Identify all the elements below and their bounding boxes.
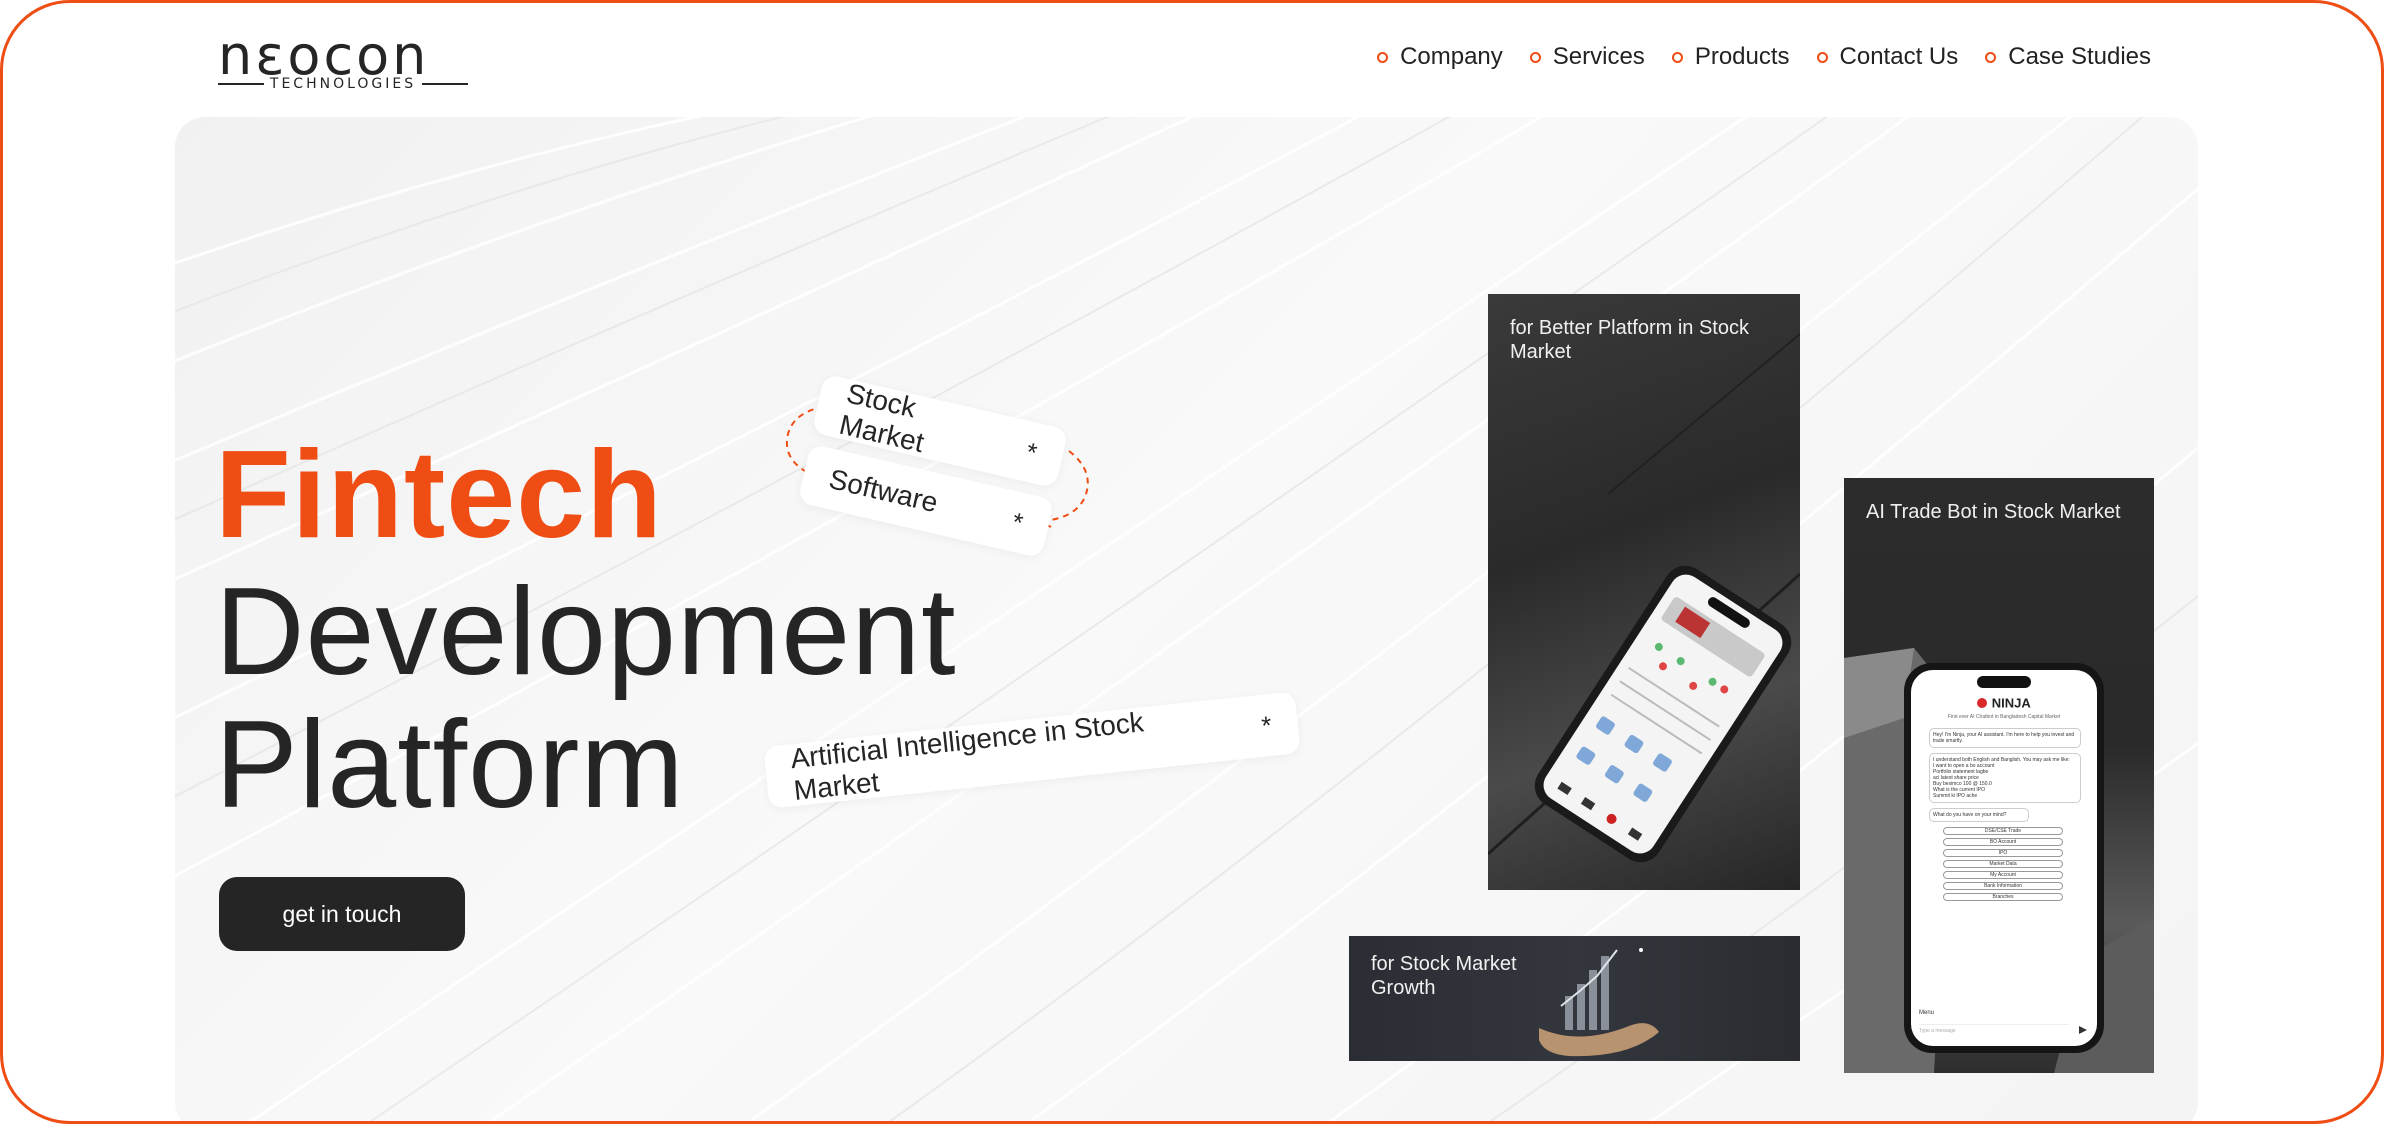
chat-option-button[interactable]: My Account [1943,871,2063,879]
phone-notch [1977,676,2031,688]
asterisk-icon: * [1259,709,1274,741]
logo-rule-left [218,83,264,85]
chat-option-button[interactable]: DSE/CSE Trade [1943,827,2063,835]
chatbot-messages: Hey! I'm Ninja, your AI assistant. I'm h… [1919,728,2081,904]
chatbot-screen: NINJA First ever AI Chatbot in Banglades… [1911,670,2097,1046]
growth-chart-hands-image [1539,948,1659,1057]
card-ai-trade-bot[interactable]: AI Trade Bot in Stock Market NINJA First… [1844,478,2154,1073]
hero-headline-accent: Fintech [215,426,663,564]
chat-option-button[interactable]: Market Data [1943,860,2063,868]
logo-rule-right [422,83,469,85]
tag-label: Software [826,463,941,519]
ninja-logo-icon [1977,697,1988,708]
nav-item-case-studies[interactable]: Case Studies [1985,43,2151,71]
chat-option-button[interactable]: Bank Information [1943,882,2063,890]
hero-headline-line2: Development [215,563,957,701]
asterisk-icon: * [1023,435,1040,468]
chatbot-tagline: First ever AI Chatbot in Bangladesh Capi… [1947,714,2061,720]
chat-option-button[interactable]: BO Account [1943,838,2063,846]
nav-item-company[interactable]: Company [1377,43,1503,71]
chat-bubble: What do you have on your mind? [1929,808,2029,822]
chat-bubble: I understand both English and Banglish. … [1929,753,2081,803]
chat-bubble: Hey! I'm Ninja, your AI assistant. I'm h… [1929,728,2081,748]
card-better-platform[interactable]: for Better Platform in Stock Market [1488,294,1800,890]
main-nav: Company Services Products Contact Us Cas… [1377,43,2151,71]
nav-label: Services [1552,43,1645,70]
nav-label: Contact Us [1839,43,1959,70]
logo-subtitle: TECHNOLOGIES [269,76,417,92]
get-in-touch-button[interactable]: get in touch [219,877,465,951]
nav-bullet-icon [1529,51,1541,63]
brand-logo[interactable]: nεocon TECHNOLOGIES [218,24,469,92]
chat-options: DSE/CSE Trade BO Account IPO Market Data… [1943,827,2063,901]
chat-option-button[interactable]: Branches [1943,893,2063,901]
nav-label: Company [1400,43,1503,70]
nav-label: Products [1694,43,1790,70]
chatbot-input[interactable]: Type a message [1919,1024,2069,1034]
nav-bullet-icon [1816,51,1828,63]
card-stock-market-growth[interactable]: for Stock Market Growth [1349,936,1800,1061]
page-frame: nεocon TECHNOLOGIES Company Services Pro… [0,0,2384,1124]
chat-example: Summit ki IPO ache [1933,793,1978,799]
logo-wordmark: nεocon [218,24,430,87]
logo-subline: TECHNOLOGIES [218,76,469,92]
phone-photo [1488,333,1800,863]
chatbot-brand: NINJA [1991,695,2031,711]
chatbot-phone: NINJA First ever AI Chatbot in Banglades… [1904,663,2104,1053]
nav-label: Case Studies [2008,43,2151,70]
nav-item-products[interactable]: Products [1671,43,1790,71]
chatbot-menu[interactable]: Menu [1919,1010,1934,1016]
chatbot-header: NINJA First ever AI Chatbot in Banglades… [1911,694,2097,720]
send-icon[interactable] [2079,1026,2087,1034]
nav-item-contact-us[interactable]: Contact Us [1816,43,1959,71]
nav-bullet-icon [1671,51,1683,63]
chat-option-button[interactable]: IPO [1943,849,2063,857]
nav-bullet-icon [1985,51,1997,63]
asterisk-icon: * [1009,505,1026,538]
nav-item-services[interactable]: Services [1529,43,1645,71]
hero-headline-line3: Platform [215,696,685,834]
nav-bullet-icon [1377,51,1389,63]
